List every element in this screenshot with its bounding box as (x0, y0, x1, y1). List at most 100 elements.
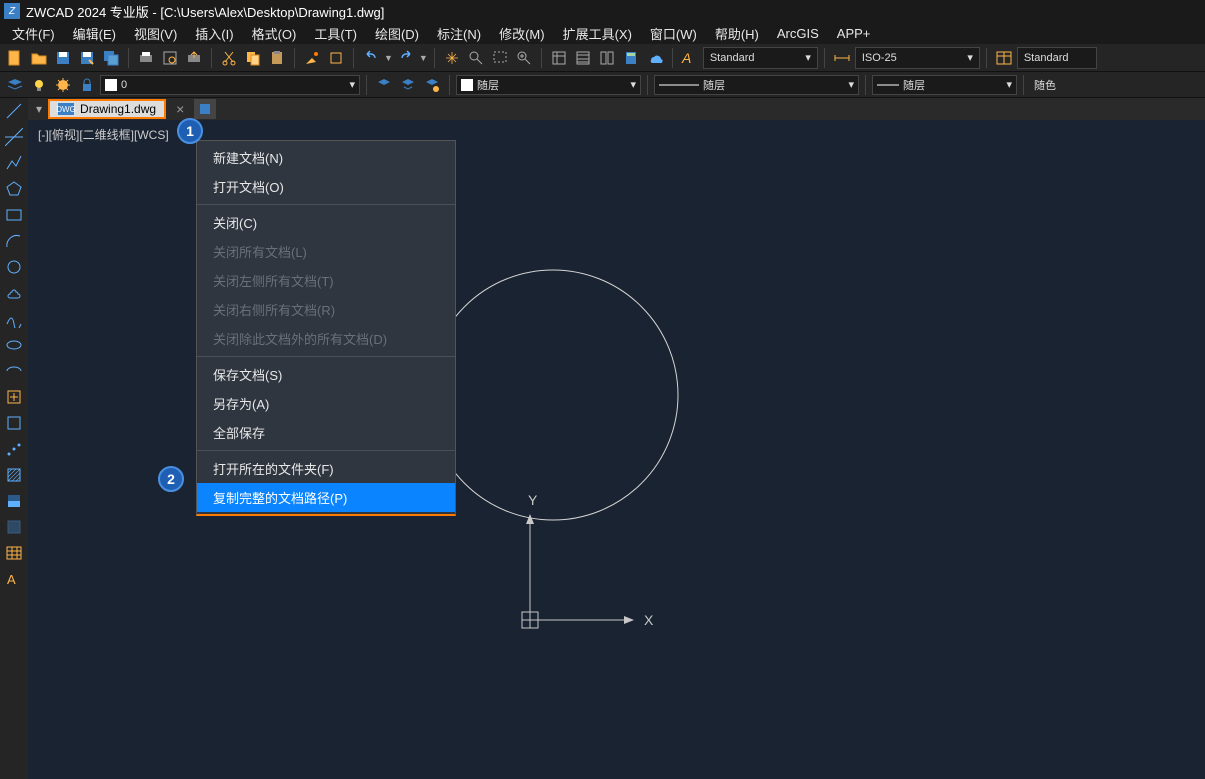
layermatch-icon[interactable] (421, 74, 443, 96)
separator (449, 75, 450, 95)
ctx-saveas[interactable]: 另存为(A) (197, 389, 455, 418)
menu-edit[interactable]: 编辑(E) (65, 22, 124, 45)
separator (541, 48, 542, 68)
tab-close-icon[interactable]: × (168, 101, 192, 117)
pan-icon[interactable] (441, 47, 463, 69)
layeriso-icon[interactable] (373, 74, 395, 96)
plotstyle-combo[interactable]: 随色 (1030, 75, 1130, 95)
calc-icon[interactable] (620, 47, 642, 69)
tab-drawing1[interactable]: DWG Drawing1.dwg (48, 99, 166, 119)
menu-arcgis[interactable]: ArcGIS (769, 24, 827, 43)
dimstyle-value: ISO-25 (862, 52, 897, 64)
zoom-window-icon[interactable] (489, 47, 511, 69)
menu-dim[interactable]: 标注(N) (429, 22, 489, 45)
layer-combo[interactable]: 0 ▾ (100, 75, 360, 95)
redo-icon[interactable] (395, 47, 417, 69)
chevron-down-icon: ▾ (967, 51, 973, 64)
menu-draw[interactable]: 绘图(D) (367, 22, 427, 45)
undo-dropdown-icon[interactable]: ▼ (384, 53, 393, 63)
new-tab-button[interactable] (194, 99, 216, 119)
menu-insert[interactable]: 插入(I) (187, 22, 241, 45)
menu-view[interactable]: 视图(V) (126, 22, 185, 45)
print-icon[interactable] (135, 47, 157, 69)
insert-block-icon[interactable] (3, 386, 25, 408)
ctx-save[interactable]: 保存文档(S) (197, 360, 455, 389)
menu-help[interactable]: 帮助(H) (707, 22, 767, 45)
design-center-icon[interactable] (572, 47, 594, 69)
separator (128, 48, 129, 68)
new-icon[interactable] (4, 47, 26, 69)
copy-icon[interactable] (242, 47, 264, 69)
zoom-realtime-icon[interactable] (465, 47, 487, 69)
print-preview-icon[interactable] (159, 47, 181, 69)
ctx-open-folder[interactable]: 打开所在的文件夹(F) (197, 454, 455, 483)
separator (986, 48, 987, 68)
paste-icon[interactable] (266, 47, 288, 69)
ctx-copy-path[interactable]: 复制完整的文档路径(P) (197, 483, 455, 512)
menu-tools[interactable]: 工具(T) (306, 22, 365, 45)
y-axis-label: Y (528, 492, 538, 508)
saveall-icon[interactable] (100, 47, 122, 69)
open-icon[interactable] (28, 47, 50, 69)
menu-file[interactable]: 文件(F) (4, 22, 63, 45)
ctx-close[interactable]: 关闭(C) (197, 208, 455, 237)
cloud-icon[interactable] (644, 47, 666, 69)
undo-icon[interactable] (360, 47, 382, 69)
arc-icon[interactable] (3, 230, 25, 252)
publish-icon[interactable] (183, 47, 205, 69)
xline-icon[interactable] (3, 126, 25, 148)
dimstyle-combo[interactable]: ISO-25 ▾ (855, 47, 980, 69)
make-block-icon[interactable] (3, 412, 25, 434)
rectangle-icon[interactable] (3, 204, 25, 226)
cut-icon[interactable] (218, 47, 240, 69)
revcloud-icon[interactable] (3, 282, 25, 304)
point-icon[interactable] (3, 438, 25, 460)
gradient-icon[interactable] (3, 490, 25, 512)
menu-modify[interactable]: 修改(M) (491, 22, 553, 45)
linetype-combo[interactable]: 随层 ▾ (654, 75, 859, 95)
region-icon[interactable] (3, 516, 25, 538)
tablestyle-icon[interactable] (993, 47, 1015, 69)
layerprev-icon[interactable] (397, 74, 419, 96)
match-icon[interactable] (301, 47, 323, 69)
hatch-icon[interactable] (3, 464, 25, 486)
table-icon[interactable] (3, 542, 25, 564)
ctx-open[interactable]: 打开文档(O) (197, 172, 455, 201)
properties-icon[interactable] (548, 47, 570, 69)
textstyle-combo[interactable]: Standard ▾ (703, 47, 818, 69)
menu-format[interactable]: 格式(O) (244, 22, 305, 45)
textstyle-icon[interactable]: A (679, 47, 701, 69)
line-icon[interactable] (3, 100, 25, 122)
separator (434, 48, 435, 68)
mtext-icon[interactable]: A (3, 568, 25, 590)
color-combo[interactable]: 随层 ▾ (456, 75, 641, 95)
tab-label: Drawing1.dwg (80, 102, 156, 116)
zoom-prev-icon[interactable] (513, 47, 535, 69)
circle-icon[interactable] (3, 256, 25, 278)
save-icon[interactable] (52, 47, 74, 69)
polygon-icon[interactable] (3, 178, 25, 200)
tab-list-dropdown-icon[interactable]: ▾ (32, 102, 46, 116)
ellipse-icon[interactable] (3, 334, 25, 356)
redo-dropdown-icon[interactable]: ▼ (419, 53, 428, 63)
ellipse-arc-icon[interactable] (3, 360, 25, 382)
block-icon[interactable] (325, 47, 347, 69)
menu-window[interactable]: 窗口(W) (642, 22, 705, 45)
menu-ext[interactable]: 扩展工具(X) (555, 22, 640, 45)
saveas-icon[interactable] (76, 47, 98, 69)
lineweight-combo[interactable]: 随层 ▾ (872, 75, 1017, 95)
ctx-saveall[interactable]: 全部保存 (197, 418, 455, 447)
layerstate-lock-icon[interactable] (76, 74, 98, 96)
dimstyle-icon[interactable] (831, 47, 853, 69)
viewport-label[interactable]: [-][俯视][二维线框][WCS] (38, 126, 169, 143)
polyline-icon[interactable] (3, 152, 25, 174)
layerstate-bulb-icon[interactable] (28, 74, 50, 96)
spline-icon[interactable] (3, 308, 25, 330)
document-tab-row: ▾ DWG Drawing1.dwg × (28, 98, 1205, 120)
ctx-new[interactable]: 新建文档(N) (197, 143, 455, 172)
layerstate-freeze-icon[interactable] (52, 74, 74, 96)
tablestyle-combo[interactable]: Standard (1017, 47, 1097, 69)
menu-appplus[interactable]: APP+ (829, 24, 879, 43)
tool-palette-icon[interactable] (596, 47, 618, 69)
layermgr-icon[interactable] (4, 74, 26, 96)
